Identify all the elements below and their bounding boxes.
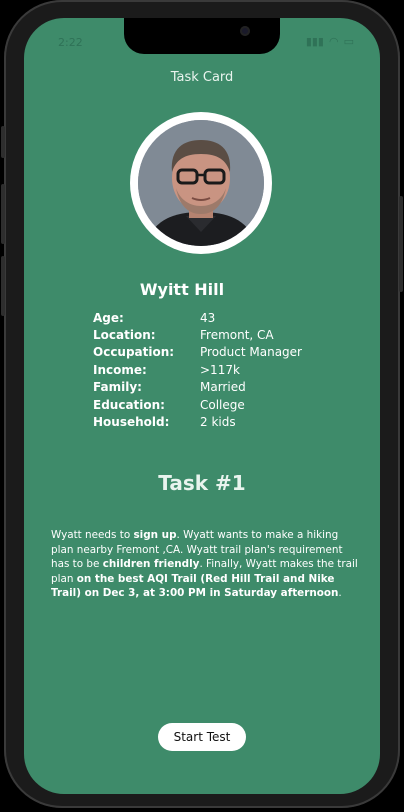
wifi-icon: ◠ [328,35,339,48]
detail-label: Household: [93,415,170,430]
volume-down-button [1,256,5,316]
detail-label: Age: [93,310,124,325]
task-text-emphasis: sign up [133,529,177,541]
detail-value: 43 [200,310,216,325]
mute-switch [1,126,5,158]
avatar-ring [130,112,272,254]
task-title: Task #1 [158,471,246,495]
detail-value: Married [200,380,246,395]
status-time: 2:22 [58,36,83,49]
page-title: Task Card [170,70,234,85]
persona-details: Age: 43 Location: Fremont, CA Occupation… [93,309,353,431]
detail-label: Location: [93,328,156,343]
detail-row-location: Location: Fremont, CA [93,326,353,343]
notch [124,18,280,54]
detail-label: Occupation: [93,345,175,360]
status-icons: ▮▮▮ ◠ ▭ [306,35,354,48]
persona-name: Wyitt Hill [139,280,225,299]
detail-label: Education: [93,397,165,412]
detail-value: College [200,397,245,412]
detail-row-household: Household: 2 kids [93,413,353,430]
task-text-emphasis: children friendly [102,558,200,571]
signal-icon: ▮▮▮ [305,35,324,48]
detail-value: Product Manager [200,345,302,360]
detail-row-family: Family: Married [93,379,353,396]
avatar [138,120,264,246]
app-screen: 2:22 ▮▮▮ ◠ ▭ Task Card Wyitt Hill Age: 4… [24,18,380,794]
battery-icon: ▭ [343,35,354,48]
detail-value: >117k [200,362,240,377]
detail-value: Fremont, CA [200,328,274,343]
task-description: Wyatt needs to sign up. Wyatt wants to m… [51,528,361,601]
detail-value: 2 kids [200,415,236,430]
start-test-button[interactable]: Start Test [158,723,246,751]
detail-label: Family: [93,380,142,395]
task-text-segment: . [338,587,342,600]
detail-row-education: Education: College [93,396,353,413]
detail-row-age: Age: 43 [93,309,353,326]
person-photo-icon [138,120,264,246]
detail-row-occupation: Occupation: Product Manager [93,344,353,361]
front-camera [240,26,250,36]
power-button [399,196,403,292]
task-text-segment: Wyatt needs to [51,529,134,541]
detail-row-income: Income: >117k [93,361,353,378]
task-text-emphasis: on the best AQI Trail (Red Hill Trail an… [51,572,339,600]
volume-up-button [1,184,5,244]
detail-label: Income: [93,362,147,377]
